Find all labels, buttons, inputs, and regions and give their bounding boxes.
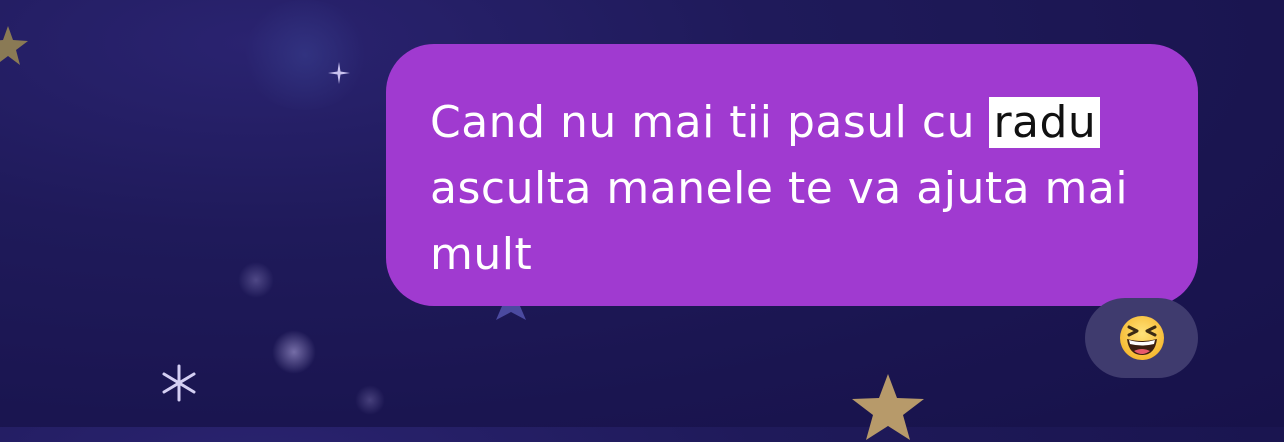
grinning-squinting-face-icon [1119, 316, 1164, 360]
background-glow [355, 385, 385, 415]
star-icon [0, 26, 28, 65]
reaction-badge[interactable] [1085, 298, 1198, 378]
sparkle-icon [162, 364, 196, 402]
message-text-end: asculta manele te va ajuta mai mult [430, 163, 1129, 280]
background-glow [240, 0, 370, 110]
message-text-start: Cand nu mai tii pasul cu [430, 97, 990, 148]
message-bubble[interactable]: Cand nu mai tii pasul cu radu asculta ma… [386, 44, 1198, 306]
highlighted-word: radu [989, 97, 1101, 148]
background-glow [272, 330, 316, 374]
sparkle-icon [328, 62, 350, 84]
star-icon [852, 374, 924, 440]
message-text: Cand nu mai tii pasul cu radu asculta ma… [430, 90, 1158, 288]
background-glow [238, 262, 274, 298]
